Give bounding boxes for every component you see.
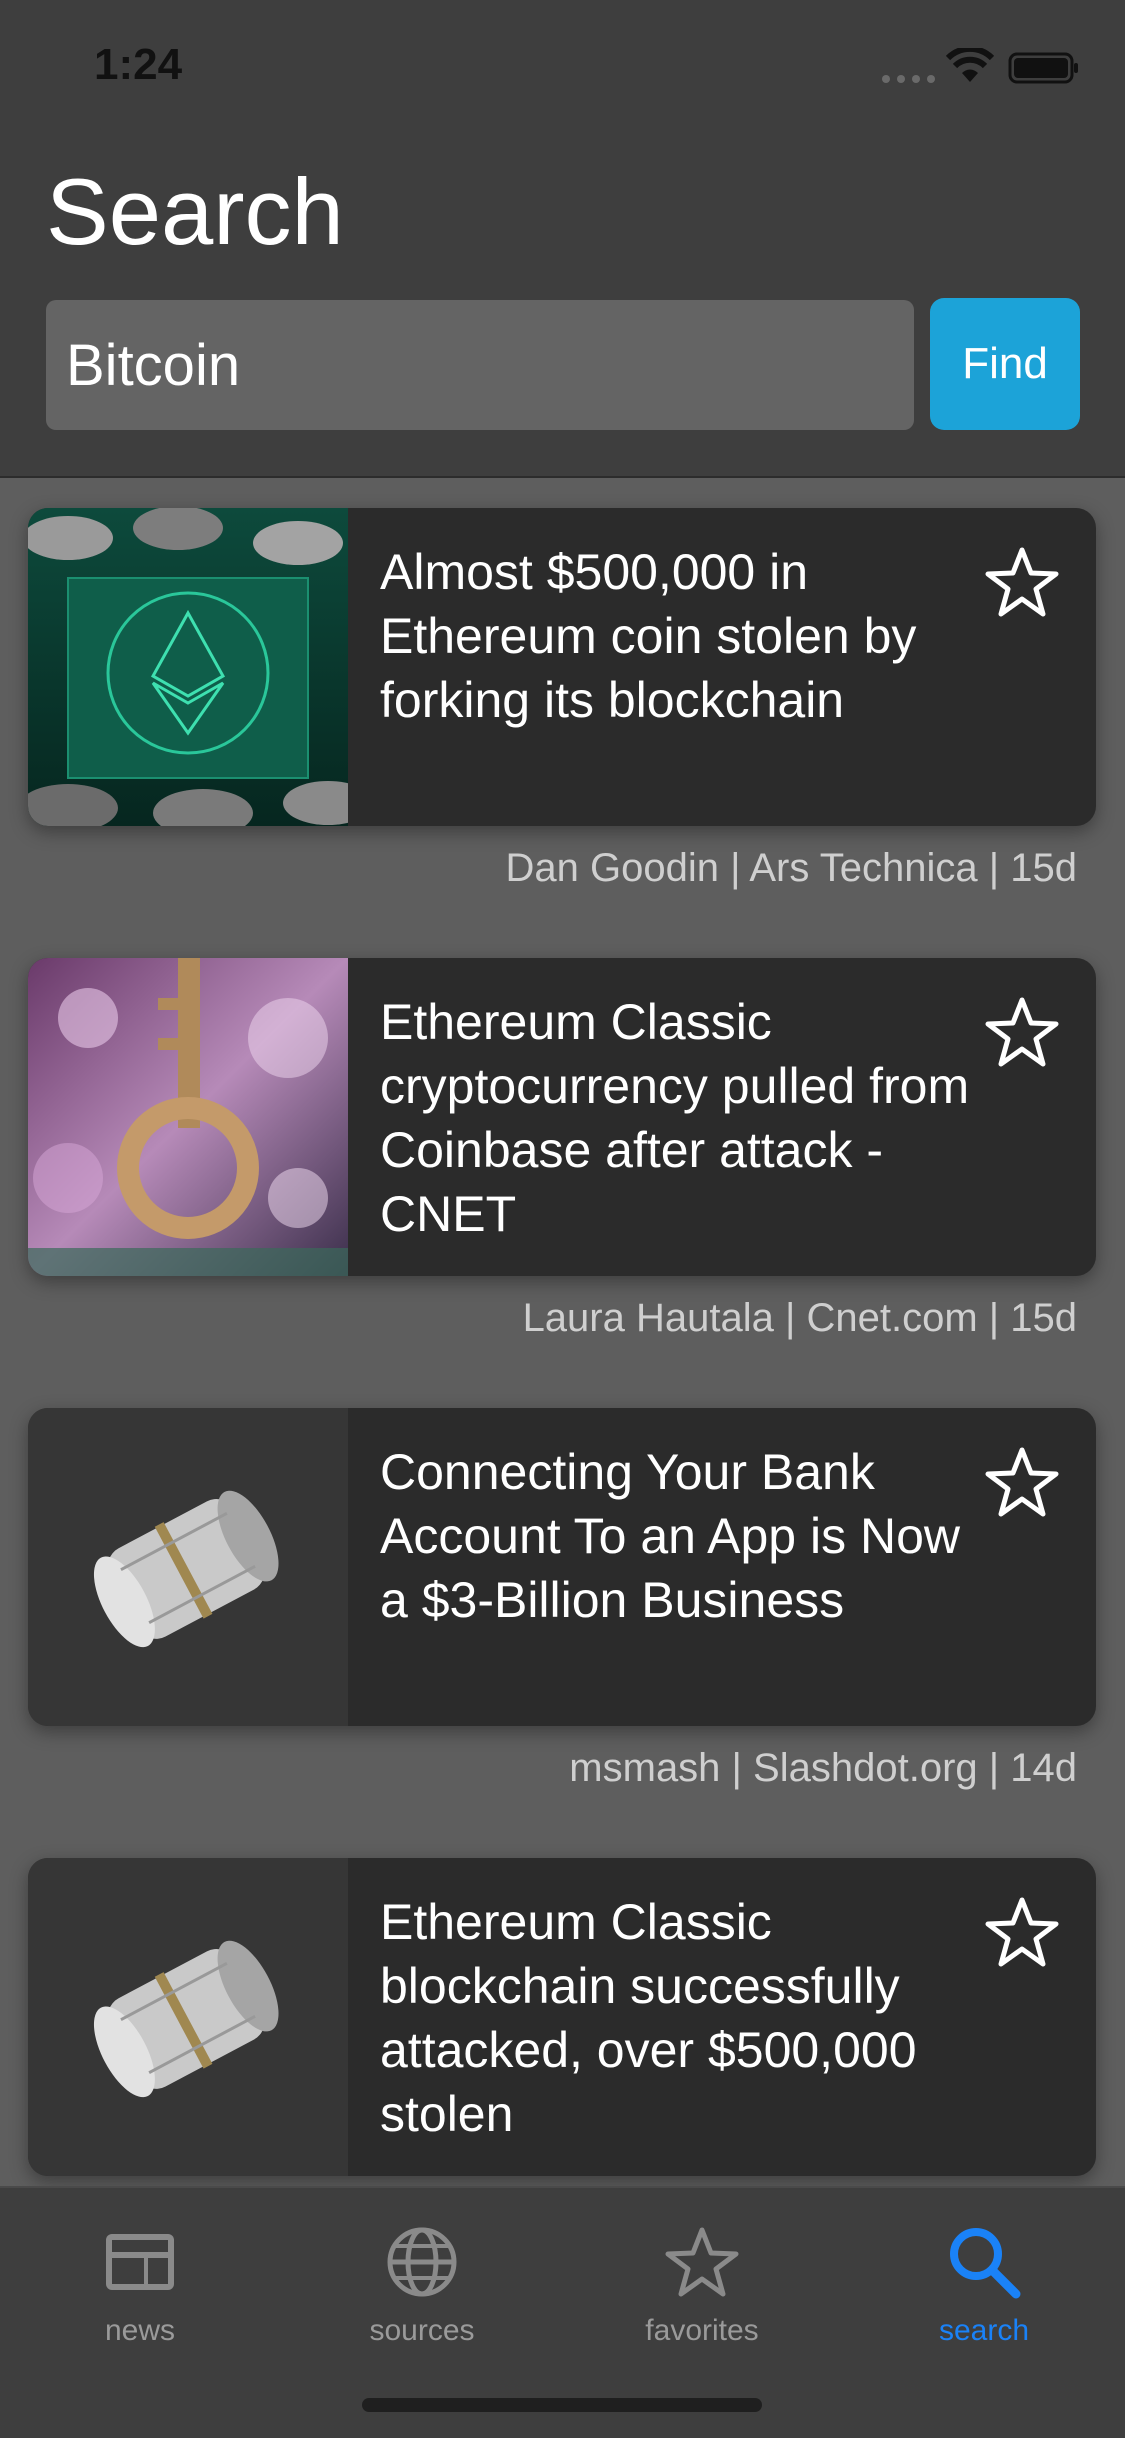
article-card[interactable]: Ethereum Classic blockchain successfully… bbox=[28, 1858, 1096, 2176]
header: 1:24 Search Find bbox=[0, 0, 1125, 478]
tab-label: news bbox=[104, 2314, 176, 2347]
find-button[interactable]: Find bbox=[930, 298, 1080, 430]
article-title: Ethereum Classic cryptocurrency pulled f… bbox=[380, 994, 970, 1242]
article-meta: msmash | Slashdot.org | 14d bbox=[569, 1746, 1077, 1790]
tab-search[interactable]: search bbox=[884, 2208, 1084, 2358]
article-thumbnail bbox=[28, 958, 348, 1276]
tab-label: sources bbox=[369, 2314, 475, 2347]
tab-news[interactable]: news bbox=[40, 2208, 240, 2358]
home-indicator bbox=[362, 2398, 762, 2412]
article-title: Almost $500,000 in Ethereum coin stolen … bbox=[380, 544, 917, 728]
favorite-star-icon[interactable] bbox=[984, 1894, 1060, 1970]
article-thumbnail bbox=[28, 508, 348, 826]
page-title: Search bbox=[46, 159, 344, 264]
favorite-star-icon[interactable] bbox=[984, 994, 1060, 1070]
globe-icon bbox=[387, 2227, 457, 2297]
article-meta: Dan Goodin | Ars Technica | 15d bbox=[505, 846, 1077, 890]
news-icon bbox=[106, 2234, 174, 2290]
star-icon bbox=[665, 2227, 739, 2297]
article-card[interactable]: Connecting Your Bank Account To an App i… bbox=[28, 1408, 1096, 1726]
tab-label: search bbox=[938, 2314, 1030, 2347]
article-card[interactable]: Ethereum Classic cryptocurrency pulled f… bbox=[28, 958, 1096, 1276]
search-icon bbox=[950, 2228, 1021, 2299]
article-list[interactable]: Almost $500,000 in Ethereum coin stolen … bbox=[0, 478, 1125, 2186]
article-thumbnail bbox=[28, 1408, 348, 1726]
article-title: Connecting Your Bank Account To an App i… bbox=[380, 1444, 960, 1628]
article-meta: Laura Hautala | Cnet.com | 15d bbox=[522, 1296, 1077, 1340]
article-thumbnail bbox=[28, 1858, 348, 2176]
search-input[interactable] bbox=[46, 300, 914, 430]
battery-icon bbox=[1008, 52, 1078, 84]
wifi-icon bbox=[946, 48, 994, 82]
status-time: 1:24 bbox=[94, 40, 183, 89]
favorite-star-icon[interactable] bbox=[984, 544, 1060, 620]
tab-label: favorites bbox=[645, 2314, 759, 2347]
tab-sources[interactable]: sources bbox=[322, 2208, 522, 2358]
favorite-star-icon[interactable] bbox=[984, 1444, 1060, 1520]
article-card[interactable]: Almost $500,000 in Ethereum coin stolen … bbox=[28, 508, 1096, 826]
signal-icon bbox=[882, 75, 935, 83]
article-title: Ethereum Classic blockchain successfully… bbox=[380, 1894, 917, 2142]
tab-favorites[interactable]: favorites bbox=[602, 2208, 802, 2358]
